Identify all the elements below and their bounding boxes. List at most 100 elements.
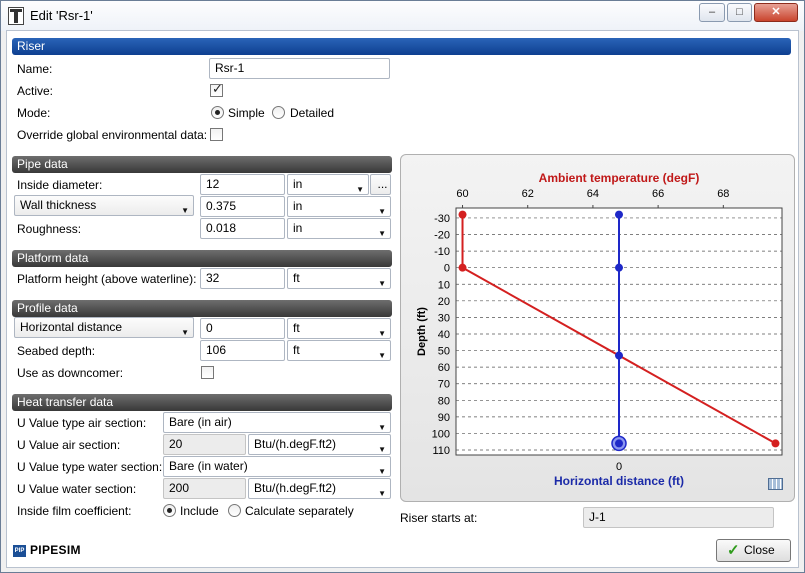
- inside-diameter-label: Inside diameter:: [17, 178, 103, 192]
- override-checkbox[interactable]: [210, 128, 223, 141]
- roughness-label: Roughness:: [17, 222, 82, 236]
- temperature-point: [458, 210, 467, 219]
- dropdown-arrow-icon: ▼: [181, 328, 189, 337]
- u-value-water-unit-select[interactable]: Btu/(h.degF.ft2) ▼: [248, 478, 391, 499]
- u-value-type-water-select[interactable]: Bare (in water) ▼: [163, 456, 391, 477]
- y-tick-label: 20: [438, 296, 450, 308]
- y-tick-label: 30: [438, 312, 450, 324]
- riser-profile-chart-panel: -30 -20 -10 0 10 20 30 40 50 60 70 80 90 100 110 60 62 64…: [400, 154, 795, 502]
- inside-diameter-unit-value: in: [293, 177, 303, 191]
- y-tick-label: -10: [434, 246, 450, 258]
- y-tick-label: 50: [438, 346, 450, 358]
- distance-point: [615, 210, 623, 219]
- wall-thickness-unit-select[interactable]: in ▼: [287, 196, 391, 217]
- roughness-field[interactable]: 0.018: [200, 218, 285, 239]
- y-tick-label: 70: [438, 379, 450, 391]
- inside-diameter-unit-select[interactable]: in ▼: [287, 174, 369, 195]
- section-header-pipe: Pipe data: [12, 156, 392, 173]
- platform-height-unit-select[interactable]: ft ▼: [287, 268, 391, 289]
- mode-label: Mode:: [17, 106, 51, 120]
- distance-point: [615, 263, 623, 272]
- checkmark-icon: ✓: [212, 81, 223, 96]
- dropdown-arrow-icon: ▼: [378, 467, 386, 476]
- film-calculate-label: Calculate separately: [245, 504, 354, 518]
- u-value-air-label: U Value air section:: [17, 438, 121, 452]
- horizontal-distance-unit-select[interactable]: ft ▼: [287, 318, 391, 339]
- y-tick-label: 0: [444, 263, 450, 275]
- inside-diameter-field[interactable]: 12: [200, 174, 285, 195]
- top-tick-label: 60: [456, 188, 468, 200]
- film-include-radio[interactable]: [163, 504, 176, 517]
- section-header-profile: Profile data: [12, 300, 392, 317]
- temperature-point: [771, 439, 780, 448]
- check-icon: ✓: [727, 542, 740, 559]
- horizontal-distance-field[interactable]: 0: [200, 318, 285, 339]
- active-checkbox[interactable]: ✓: [210, 81, 223, 97]
- section-header-riser: Riser: [12, 38, 791, 55]
- dropdown-arrow-icon: ▼: [378, 279, 386, 288]
- horizontal-distance-select[interactable]: Horizontal distance ▼: [14, 317, 194, 338]
- minimize-icon: –: [708, 6, 716, 18]
- mode-detailed-radio[interactable]: [272, 106, 285, 119]
- y-tick-label: 80: [438, 395, 450, 407]
- section-header-platform: Platform data: [12, 250, 392, 267]
- dropdown-arrow-icon: ▼: [378, 423, 386, 432]
- seabed-depth-unit-select[interactable]: ft ▼: [287, 340, 391, 361]
- dropdown-arrow-icon: ▼: [378, 489, 386, 498]
- y-tick-label: -20: [434, 230, 450, 242]
- film-calculate-radio[interactable]: [228, 504, 241, 517]
- name-field[interactable]: Rsr-1: [209, 58, 390, 79]
- dropdown-arrow-icon: ▼: [378, 351, 386, 360]
- horizontal-distance-select-value: Horizontal distance: [20, 320, 123, 334]
- wall-thickness-select[interactable]: Wall thickness ▼: [14, 195, 194, 216]
- top-tick-label: 68: [717, 188, 729, 200]
- wall-thickness-field[interactable]: 0.375: [200, 196, 285, 217]
- y-tick-label: -30: [434, 213, 450, 225]
- roughness-unit-select[interactable]: in ▼: [287, 218, 391, 239]
- distance-point: [615, 439, 623, 448]
- u-value-type-air-select[interactable]: Bare (in air) ▼: [163, 412, 391, 433]
- dropdown-arrow-icon: ▼: [181, 206, 189, 215]
- minimize-button[interactable]: –: [699, 3, 725, 22]
- u-value-water-field[interactable]: 200: [163, 478, 246, 499]
- horizontal-distance-unit-value: ft: [293, 321, 300, 335]
- top-tick-label: 64: [587, 188, 599, 200]
- maximize-icon: □: [736, 6, 743, 18]
- downcomer-label: Use as downcomer:: [17, 366, 124, 380]
- pipesim-logo-icon: PIP: [13, 545, 26, 557]
- table-grid-icon[interactable]: [768, 478, 783, 490]
- downcomer-checkbox[interactable]: [201, 366, 214, 379]
- distance-point: [615, 351, 623, 360]
- mode-simple-radio[interactable]: [211, 106, 224, 119]
- seabed-depth-field[interactable]: 106: [200, 340, 285, 361]
- u-value-type-water-value: Bare (in water): [169, 459, 248, 473]
- u-value-air-unit-select[interactable]: Btu/(h.degF.ft2) ▼: [248, 434, 391, 455]
- y-tick-label: 40: [438, 329, 450, 341]
- wall-thickness-unit-value: in: [293, 199, 303, 213]
- close-button-label: Close: [744, 543, 775, 557]
- close-button[interactable]: ✓ Close: [716, 539, 791, 562]
- close-icon: ✕: [771, 6, 781, 18]
- riser-start-label: Riser starts at:: [400, 511, 478, 525]
- riser-profile-chart: -30 -20 -10 0 10 20 30 40 50 60 70 80 90 100 110 60 62 64…: [416, 171, 783, 488]
- y-tick-label: 90: [438, 412, 450, 424]
- mode-simple-label: Simple: [228, 106, 265, 120]
- dropdown-arrow-icon: ▼: [378, 445, 386, 454]
- active-label: Active:: [17, 84, 54, 98]
- riser-start-field[interactable]: J-1: [583, 507, 774, 528]
- override-label: Override global environmental data:: [17, 128, 208, 142]
- platform-height-label: Platform height (above waterline):: [17, 272, 197, 286]
- browse-button[interactable]: ...: [370, 174, 391, 195]
- title-bar[interactable]: Edit 'Rsr-1' – □ ✕: [1, 1, 804, 31]
- u-value-air-field[interactable]: 20: [163, 434, 246, 455]
- name-label: Name:: [17, 62, 53, 76]
- platform-height-unit-value: ft: [293, 271, 300, 285]
- window-close-button[interactable]: ✕: [754, 3, 798, 22]
- window-title: Edit 'Rsr-1': [30, 8, 93, 23]
- dropdown-arrow-icon: ▼: [356, 185, 364, 194]
- maximize-button[interactable]: □: [727, 3, 752, 22]
- u-value-water-unit-value: Btu/(h.degF.ft2): [254, 481, 337, 495]
- dropdown-arrow-icon: ▼: [378, 229, 386, 238]
- platform-height-field[interactable]: 32: [200, 268, 285, 289]
- y-tick-label: 100: [432, 428, 450, 440]
